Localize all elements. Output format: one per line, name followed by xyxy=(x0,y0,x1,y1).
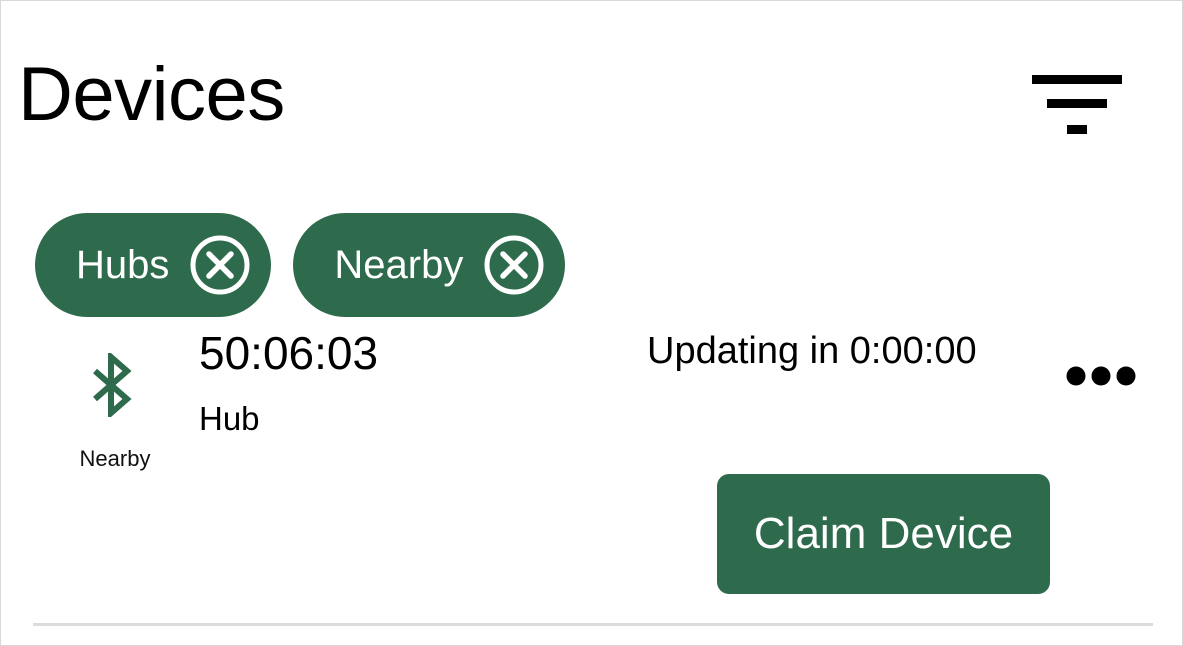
device-list-item[interactable]: Nearby 50:06:03 Hub Updating in 0:00:00 … xyxy=(1,321,1183,621)
update-status: Updating in 0:00:00 xyxy=(647,330,977,372)
filter-chip-label: Nearby xyxy=(334,243,464,287)
more-options-button[interactable] xyxy=(1061,359,1141,393)
divider xyxy=(33,623,1153,626)
app-frame: Devices Hubs Nearby Nearby 50:06:03 Hub … xyxy=(0,0,1183,646)
device-type: Hub xyxy=(199,400,260,437)
filter-chip-hubs[interactable]: Hubs xyxy=(35,213,272,317)
filter-chip-nearby[interactable]: Nearby xyxy=(293,213,566,317)
close-circle-icon[interactable] xyxy=(483,234,545,296)
bluetooth-icon xyxy=(93,353,132,417)
claim-device-button[interactable]: Claim Device xyxy=(717,474,1050,594)
device-id: 50:06:03 xyxy=(199,327,379,379)
filter-chip-label: Hubs xyxy=(76,243,170,287)
filter-icon xyxy=(1032,75,1122,134)
filter-button[interactable] xyxy=(1025,67,1129,143)
page-title: Devices xyxy=(18,52,285,137)
more-horizontal-icon xyxy=(1066,366,1136,386)
close-circle-icon[interactable] xyxy=(189,234,251,296)
connection-label: Nearby xyxy=(79,446,151,471)
filter-chips: Hubs Nearby xyxy=(35,213,566,317)
